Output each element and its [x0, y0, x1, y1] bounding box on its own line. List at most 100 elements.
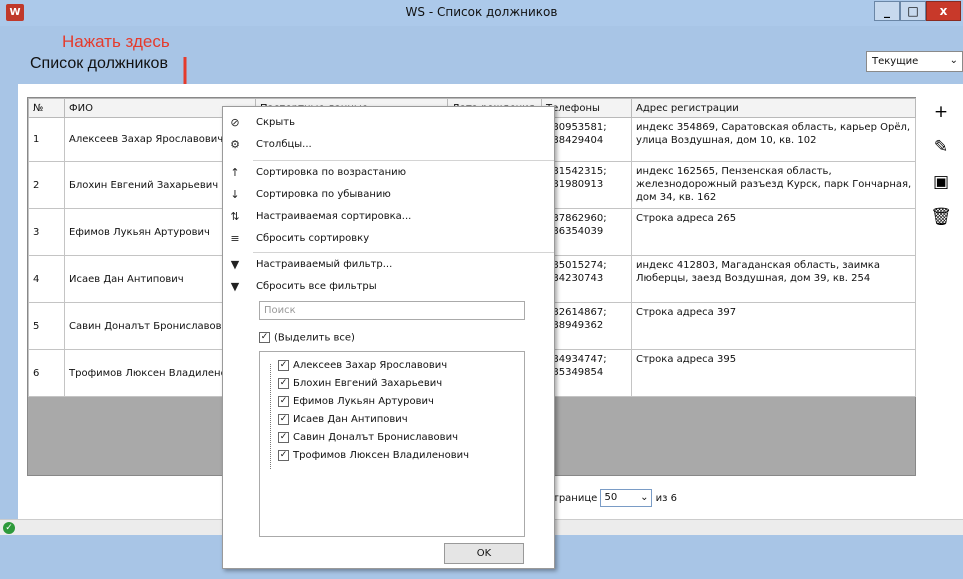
- list-item-label: Исаев Дан Антипович: [293, 414, 408, 425]
- page-title: Список должников: [30, 55, 168, 72]
- gear-icon: ⚙: [230, 138, 240, 151]
- filter-icon: ▼: [230, 258, 240, 271]
- checkbox-checked-icon: ✓: [278, 413, 289, 425]
- plus-icon: +: [933, 102, 949, 122]
- checkbox-checked-icon: ✓: [278, 377, 289, 389]
- column-context-menu: ⊘ Скрыть ⚙ Столбцы... ↑ Сортировка по во…: [222, 106, 555, 569]
- trash-icon: 🗑: [930, 207, 952, 227]
- column-header-num[interactable]: №: [28, 98, 65, 118]
- list-item-label: Блохин Евгений Захарьевич: [293, 378, 443, 389]
- filter-search-input[interactable]: Поиск: [259, 301, 525, 320]
- filter-values-list: ✓ Алексеев Захар Ярославович ✓ Блохин Евге…: [259, 351, 525, 537]
- menu-item-label: Сортировка по возрастанию: [256, 167, 407, 178]
- list-item[interactable]: ✓ Блохин Евгений Захарьевич: [278, 375, 524, 393]
- clear-filter-icon: ▼: [230, 280, 240, 293]
- menu-item-label: Настраиваемая сортировка...: [256, 211, 412, 222]
- list-item[interactable]: ✓ Алексеев Захар Ярославович: [278, 357, 524, 375]
- list-item[interactable]: ✓ Исаев Дан Антипович: [278, 411, 524, 429]
- menu-item-hide[interactable]: ⊘ Скрыть: [223, 114, 554, 135]
- menu-divider: [253, 252, 554, 253]
- menu-item-label: Сбросить все фильтры: [256, 281, 377, 292]
- checkbox-checked-icon: ✓: [278, 449, 289, 461]
- list-item-label: Алексеев Захар Ярославович: [293, 360, 448, 371]
- annotation-label: Нажать здесь: [62, 32, 170, 51]
- pencil-icon: ✎: [933, 137, 949, 157]
- action-toolbar: + ✎ ▣ 🗑: [928, 98, 954, 238]
- close-button[interactable]: x: [926, 1, 961, 21]
- cell-num: 4: [28, 255, 65, 303]
- menu-divider: [253, 160, 554, 161]
- chevron-down-icon: ⌄: [640, 492, 649, 503]
- cell-phones: 085015274; 084230743: [541, 255, 632, 303]
- menu-item-custom-filter[interactable]: ▼ Настраиваемый фильтр...: [223, 256, 554, 277]
- ok-button[interactable]: OK: [444, 543, 524, 564]
- status-ok-icon: ✓: [3, 522, 15, 534]
- menu-item-sort-desc[interactable]: ↓ Сортировка по убыванию: [223, 186, 554, 207]
- cell-address: Строка адреса 397: [631, 302, 916, 350]
- menu-item-label: Сбросить сортировку: [256, 233, 370, 244]
- archive-button[interactable]: ▣: [928, 168, 954, 196]
- list-item[interactable]: ✓ Савин Доналът Брониславович: [278, 429, 524, 447]
- menu-item-label: Столбцы...: [256, 139, 312, 150]
- cell-num: 1: [28, 117, 65, 162]
- hide-eye-icon: ⊘: [230, 116, 240, 129]
- checkbox-checked-icon: ✓: [278, 431, 289, 443]
- page-size-value: 50: [604, 492, 618, 503]
- page-size-select[interactable]: 50 ⌄: [600, 489, 653, 507]
- pagination: транице 50 ⌄ из 6: [553, 489, 677, 507]
- cell-phones: 084934747; 085349854: [541, 349, 632, 397]
- cell-num: 6: [28, 349, 65, 397]
- column-header-phones[interactable]: Телефоны: [541, 98, 632, 118]
- select-all-checkbox[interactable]: ✓ (Выделить все): [259, 332, 355, 344]
- checkbox-checked-icon: ✓: [278, 359, 289, 371]
- cell-address: индекс 354869, Саратовская область, карь…: [631, 117, 916, 162]
- menu-item-reset-sort[interactable]: ≡ Сбросить сортировку: [223, 230, 554, 251]
- delete-button[interactable]: 🗑: [928, 203, 954, 231]
- cell-num: 3: [28, 208, 65, 256]
- status-filter-select[interactable]: Текущие ⌄: [866, 51, 963, 72]
- paging-total: из 6: [655, 493, 678, 504]
- column-header-address[interactable]: Адрес регистрации: [631, 98, 916, 118]
- app-window: W WS - Список должников _ □ x Нажать зде…: [0, 0, 963, 579]
- cell-num: 2: [28, 161, 65, 209]
- edit-button[interactable]: ✎: [928, 133, 954, 161]
- list-item-label: Ефимов Лукьян Артурович: [293, 396, 434, 407]
- clear-sort-icon: ≡: [230, 232, 240, 245]
- list-item[interactable]: ✓ Трофимов Люксен Владиленович: [278, 447, 524, 465]
- paging-prefix: транице: [553, 493, 598, 504]
- add-button[interactable]: +: [928, 98, 954, 126]
- cell-address: Строка адреса 265: [631, 208, 916, 256]
- menu-item-label: Скрыть: [256, 117, 295, 128]
- list-item-label: Савин Доналът Брониславович: [293, 432, 458, 443]
- status-filter-value: Текущие: [872, 56, 919, 67]
- cell-phones: 087862960; 086354039: [541, 208, 632, 256]
- cell-num: 5: [28, 302, 65, 350]
- cell-address: Строка адреса 395: [631, 349, 916, 397]
- menu-item-label: Сортировка по убыванию: [256, 189, 391, 200]
- list-item[interactable]: ✓ Ефимов Лукьян Артурович: [278, 393, 524, 411]
- chevron-down-icon: ⌄: [949, 55, 958, 66]
- list-item-label: Трофимов Люксен Владиленович: [293, 450, 469, 461]
- cell-phones: 082614867; 088949362: [541, 302, 632, 350]
- sort-desc-icon: ↓: [230, 188, 240, 201]
- menu-item-reset-filters[interactable]: ▼ Сбросить все фильтры: [223, 278, 554, 299]
- cell-address: индекс 162565, Пензенская область, желез…: [631, 161, 916, 209]
- maximize-button[interactable]: □: [900, 1, 926, 21]
- checkbox-checked-icon: ✓: [259, 332, 270, 343]
- sort-asc-icon: ↑: [230, 166, 240, 179]
- archive-icon: ▣: [932, 172, 950, 192]
- menu-item-columns[interactable]: ⚙ Столбцы...: [223, 136, 554, 157]
- cell-phones: 080953581; 088429404: [541, 117, 632, 162]
- menu-item-sort-asc[interactable]: ↑ Сортировка по возрастанию: [223, 164, 554, 185]
- custom-sort-icon: ⇅: [230, 210, 240, 223]
- cell-address: индекс 412803, Магаданская область, заим…: [631, 255, 916, 303]
- checkbox-checked-icon: ✓: [278, 395, 289, 407]
- select-all-label: (Выделить все): [274, 332, 355, 344]
- menu-item-custom-sort[interactable]: ⇅ Настраиваемая сортировка...: [223, 208, 554, 229]
- title-bar: W WS - Список должников _ □ x: [0, 0, 963, 26]
- window-title: WS - Список должников: [405, 5, 558, 19]
- cell-phones: 081542315; 081980913: [541, 161, 632, 209]
- menu-item-label: Настраиваемый фильтр...: [256, 259, 393, 270]
- minimize-button[interactable]: _: [874, 1, 900, 21]
- tree-connector: [270, 364, 271, 469]
